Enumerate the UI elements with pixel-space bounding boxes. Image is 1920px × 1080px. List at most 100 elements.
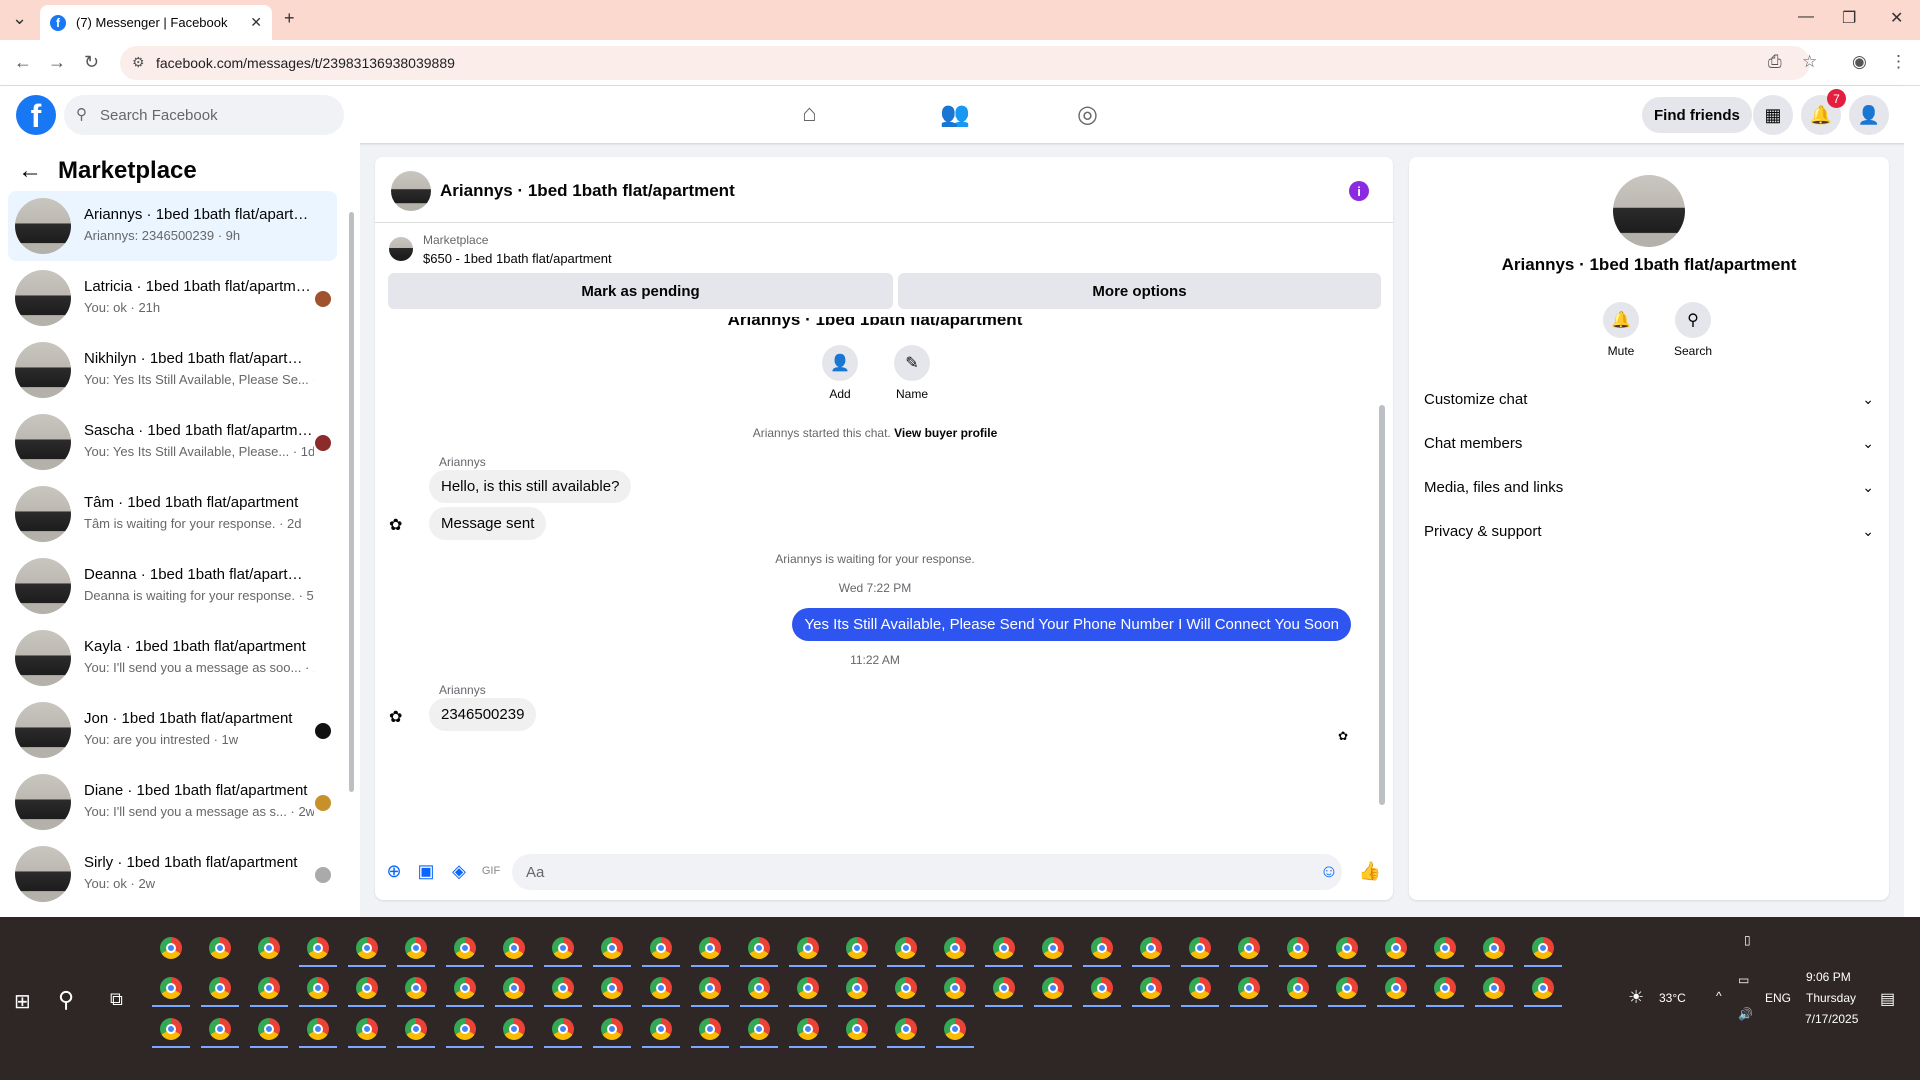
chrome-window-icon[interactable] [650, 937, 672, 959]
chrome-window-icon[interactable] [699, 1018, 721, 1040]
chrome-window-icon[interactable] [405, 977, 427, 999]
chrome-window-icon[interactable] [307, 1018, 329, 1040]
language[interactable]: ENG [1765, 991, 1791, 1005]
chrome-window-icon[interactable] [1091, 977, 1113, 999]
received-message[interactable]: 2346500239 [429, 698, 537, 731]
chrome-window-icon[interactable] [1532, 977, 1554, 999]
chrome-window-icon[interactable] [307, 977, 329, 999]
conversation-scrollbar[interactable] [347, 157, 355, 917]
chrome-window-icon[interactable] [1042, 977, 1064, 999]
tray-app-icon[interactable]: ▯ [1744, 933, 1751, 947]
chrome-window-icon[interactable] [601, 1018, 623, 1040]
chrome-window-icon[interactable] [601, 937, 623, 959]
emoji-icon[interactable]: ☺ [1318, 860, 1340, 882]
chrome-window-icon[interactable] [601, 977, 623, 999]
conversation-item[interactable]: Tâm · 1bed 1bath flat/apartment Tâm is wa… [8, 479, 337, 549]
chrome-window-icon[interactable] [895, 1018, 917, 1040]
minimize-icon[interactable]: — [1798, 8, 1814, 26]
chrome-window-icon[interactable] [307, 937, 329, 959]
friends-icon[interactable]: 👥 [940, 100, 970, 129]
menu-dots-icon[interactable]: ⋮ [1890, 52, 1907, 72]
new-tab-icon[interactable]: + [284, 8, 295, 29]
conversation-item[interactable]: Deanna · 1bed 1bath flat/apartment Deanna… [8, 551, 337, 621]
chrome-window-icon[interactable] [699, 937, 721, 959]
facebook-logo-icon[interactable]: f [16, 95, 56, 135]
chrome-window-icon[interactable] [1483, 977, 1505, 999]
chrome-window-icon[interactable] [748, 937, 770, 959]
chrome-window-icon[interactable] [356, 977, 378, 999]
chat-avatar[interactable] [391, 171, 431, 211]
chrome-window-icon[interactable] [209, 977, 231, 999]
chrome-window-icon[interactable] [1385, 937, 1407, 959]
volume-icon[interactable]: 🔊 [1738, 1007, 1753, 1021]
listing-title[interactable]: $650 - 1bed 1bath flat/apartment [423, 251, 612, 266]
chrome-window-icon[interactable] [797, 1018, 819, 1040]
details-avatar[interactable] [1613, 175, 1685, 247]
chrome-window-icon[interactable] [1287, 937, 1309, 959]
menu-grid-icon[interactable]: ▦ [1753, 95, 1793, 135]
chrome-window-icon[interactable] [160, 1018, 182, 1040]
chrome-window-icon[interactable] [1238, 977, 1260, 999]
chrome-window-icon[interactable] [1532, 937, 1554, 959]
chrome-window-icon[interactable] [258, 937, 280, 959]
chrome-window-icon[interactable] [1189, 977, 1211, 999]
thread-scrollbar[interactable] [1377, 325, 1387, 835]
chrome-window-icon[interactable] [748, 977, 770, 999]
mute-action[interactable]: 🔔 Mute [1591, 302, 1651, 358]
conversation-item[interactable]: Latricia · 1bed 1bath flat/apartment You:… [8, 263, 337, 333]
gif-icon[interactable]: GIF [480, 860, 502, 882]
notifications-center-icon[interactable]: ▤ [1880, 989, 1895, 1009]
chrome-window-icon[interactable] [503, 1018, 525, 1040]
bookmark-star-icon[interactable]: ☆ [1802, 52, 1817, 72]
site-info-icon[interactable]: ⚙ [132, 54, 145, 71]
task-view-icon[interactable]: ⧉ [110, 989, 123, 1010]
chrome-window-icon[interactable] [552, 937, 574, 959]
chrome-window-icon[interactable] [944, 1018, 966, 1040]
temperature[interactable]: 33°C [1659, 991, 1686, 1005]
chrome-window-icon[interactable] [993, 977, 1015, 999]
find-friends-button[interactable]: Find friends [1642, 97, 1752, 133]
clock-time[interactable]: 9:06 PM [1806, 970, 1851, 984]
chrome-window-icon[interactable] [258, 1018, 280, 1040]
chrome-window-icon[interactable] [209, 1018, 231, 1040]
tray-chevron-icon[interactable]: ^ [1716, 989, 1722, 1003]
search-action[interactable]: ⚲ Search [1663, 302, 1723, 358]
conversation-item[interactable]: Jon · 1bed 1bath flat/apartment You: are … [8, 695, 337, 765]
chrome-window-icon[interactable] [895, 977, 917, 999]
listing-thumbnail[interactable] [389, 237, 413, 261]
chrome-window-icon[interactable] [356, 1018, 378, 1040]
install-app-icon[interactable]: ⎙ [1768, 52, 1782, 72]
chrome-window-icon[interactable] [846, 937, 868, 959]
chrome-window-icon[interactable] [944, 977, 966, 999]
chat-title[interactable]: Ariannys · 1bed 1bath flat/apartment [440, 181, 735, 201]
message-input[interactable]: Aa [512, 854, 1342, 890]
chrome-window-icon[interactable] [258, 977, 280, 999]
chrome-window-icon[interactable] [895, 937, 917, 959]
details-section-row[interactable]: Chat members ⌄ [1424, 429, 1874, 457]
chrome-window-icon[interactable] [1336, 937, 1358, 959]
chrome-window-icon[interactable] [454, 977, 476, 999]
chrome-window-icon[interactable] [650, 977, 672, 999]
chrome-window-icon[interactable] [160, 977, 182, 999]
back-icon[interactable]: ← [14, 52, 32, 73]
profile-icon[interactable]: ◉ [1852, 52, 1867, 72]
page-scrollbar[interactable] [1904, 86, 1920, 917]
network-icon[interactable]: ▭ [1738, 973, 1749, 987]
close-tab-icon[interactable]: ✕ [250, 14, 262, 31]
home-icon[interactable]: ⌂ [802, 100, 817, 128]
details-section-row[interactable]: Media, files and links ⌄ [1424, 473, 1874, 501]
chrome-window-icon[interactable] [1091, 937, 1113, 959]
browser-tab[interactable]: f (7) Messenger | Facebook ✕ [40, 5, 272, 40]
chrome-window-icon[interactable] [552, 1018, 574, 1040]
chrome-window-icon[interactable] [503, 937, 525, 959]
chrome-window-icon[interactable] [1238, 937, 1260, 959]
plus-icon[interactable]: ⊕ [383, 860, 405, 882]
chrome-window-icon[interactable] [797, 937, 819, 959]
account-avatar[interactable]: 👤 [1849, 95, 1889, 135]
conversation-item[interactable]: Sirly · 1bed 1bath flat/apartment You: ok… [8, 839, 337, 909]
url-field[interactable]: ⚙ facebook.com/messages/t/23983136938039… [120, 46, 1810, 80]
window-close-icon[interactable]: ✕ [1890, 8, 1903, 28]
mark-as-pending-button[interactable]: Mark as pending [388, 273, 893, 309]
chrome-window-icon[interactable] [748, 1018, 770, 1040]
sent-message[interactable]: Yes Its Still Available, Please Send You… [792, 608, 1351, 641]
